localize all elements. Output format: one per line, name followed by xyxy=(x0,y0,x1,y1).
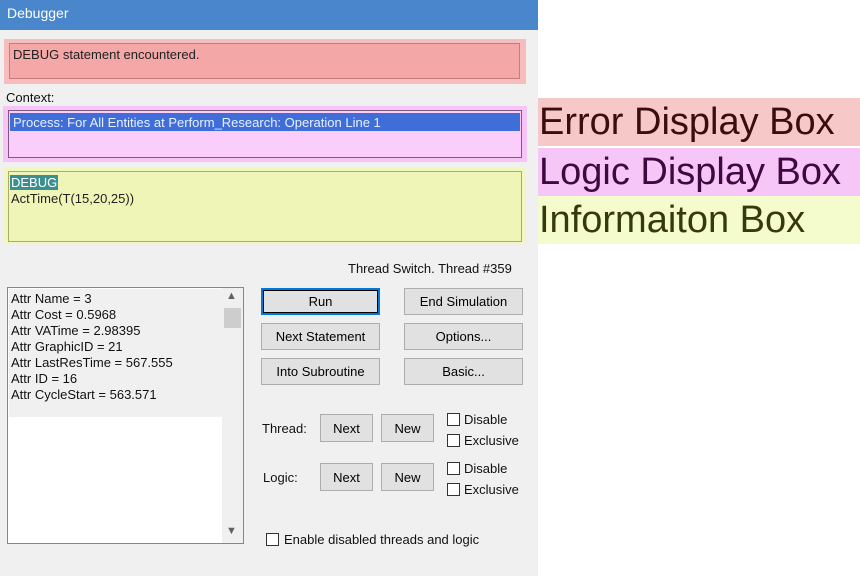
title-bar[interactable]: Debugger xyxy=(0,0,538,30)
info-statement: ActTime(T(15,20,25)) xyxy=(11,191,135,206)
list-item[interactable]: Attr Name = 3 xyxy=(11,291,92,306)
logic-line-text: Process: For All Entities at Perform_Res… xyxy=(13,115,381,130)
logic-label: Logic: xyxy=(263,470,298,485)
run-button[interactable]: Run xyxy=(261,288,380,315)
error-message: DEBUG statement encountered. xyxy=(13,47,200,62)
annotation-information-box: Informaiton Box xyxy=(538,196,860,244)
thread-disable-checkbox[interactable] xyxy=(447,413,460,426)
logic-disable-label: Disable xyxy=(464,461,508,476)
annotation-error-display-box: Error Display Box xyxy=(538,98,860,146)
context-label: Context: xyxy=(6,90,55,105)
thread-exclusive-label: Exclusive xyxy=(464,433,519,448)
logic-exclusive-checkbox[interactable] xyxy=(447,483,460,496)
logic-disable-checkbox[interactable] xyxy=(447,462,460,475)
enable-disabled-label: Enable disabled threads and logic xyxy=(284,532,480,547)
into-subroutine-button[interactable]: Into Subroutine xyxy=(261,358,380,385)
annotation-logic-display-box: Logic Display Box xyxy=(538,148,860,196)
thread-label: Thread: xyxy=(262,421,307,436)
logic-next-button[interactable]: Next xyxy=(320,463,373,491)
options-button[interactable]: Options... xyxy=(404,323,523,350)
info-display-field[interactable] xyxy=(8,171,522,242)
list-item[interactable]: Attr CycleStart = 563.571 xyxy=(11,387,157,402)
list-item[interactable]: Attr GraphicID = 21 xyxy=(11,339,123,354)
thread-next-button[interactable]: Next xyxy=(320,414,373,442)
logic-exclusive-label: Exclusive xyxy=(464,482,519,497)
enable-disabled-checkbox[interactable] xyxy=(266,533,279,546)
next-statement-button[interactable]: Next Statement xyxy=(261,323,380,350)
attribute-scrollbar[interactable]: ▲ ▼ xyxy=(222,288,243,543)
thread-switch-status: Thread Switch. Thread #359 xyxy=(348,261,512,276)
scroll-thumb[interactable] xyxy=(224,308,241,328)
thread-new-button[interactable]: New xyxy=(381,414,434,442)
info-debug-keyword: DEBUG xyxy=(11,175,58,190)
chevron-down-icon[interactable]: ▼ xyxy=(226,525,237,537)
attribute-list[interactable]: Attr Name = 3 Attr Cost = 0.5968 Attr VA… xyxy=(7,287,244,544)
logic-new-button[interactable]: New xyxy=(381,463,434,491)
list-item[interactable]: Attr VATime = 2.98395 xyxy=(11,323,140,338)
end-simulation-button[interactable]: End Simulation xyxy=(404,288,523,315)
list-item[interactable]: Attr ID = 16 xyxy=(11,371,77,386)
window-title: Debugger xyxy=(7,5,69,21)
attribute-list-items: Attr Name = 3 Attr Cost = 0.5968 Attr VA… xyxy=(9,289,222,417)
list-item[interactable]: Attr LastResTime = 567.555 xyxy=(11,355,173,370)
debugger-window: Debugger DEBUG statement encountered. Co… xyxy=(0,0,538,576)
list-item[interactable]: Attr Cost = 0.5968 xyxy=(11,307,116,322)
thread-exclusive-checkbox[interactable] xyxy=(447,434,460,447)
chevron-up-icon[interactable]: ▲ xyxy=(226,290,237,302)
basic-button[interactable]: Basic... xyxy=(404,358,523,385)
thread-disable-label: Disable xyxy=(464,412,508,427)
